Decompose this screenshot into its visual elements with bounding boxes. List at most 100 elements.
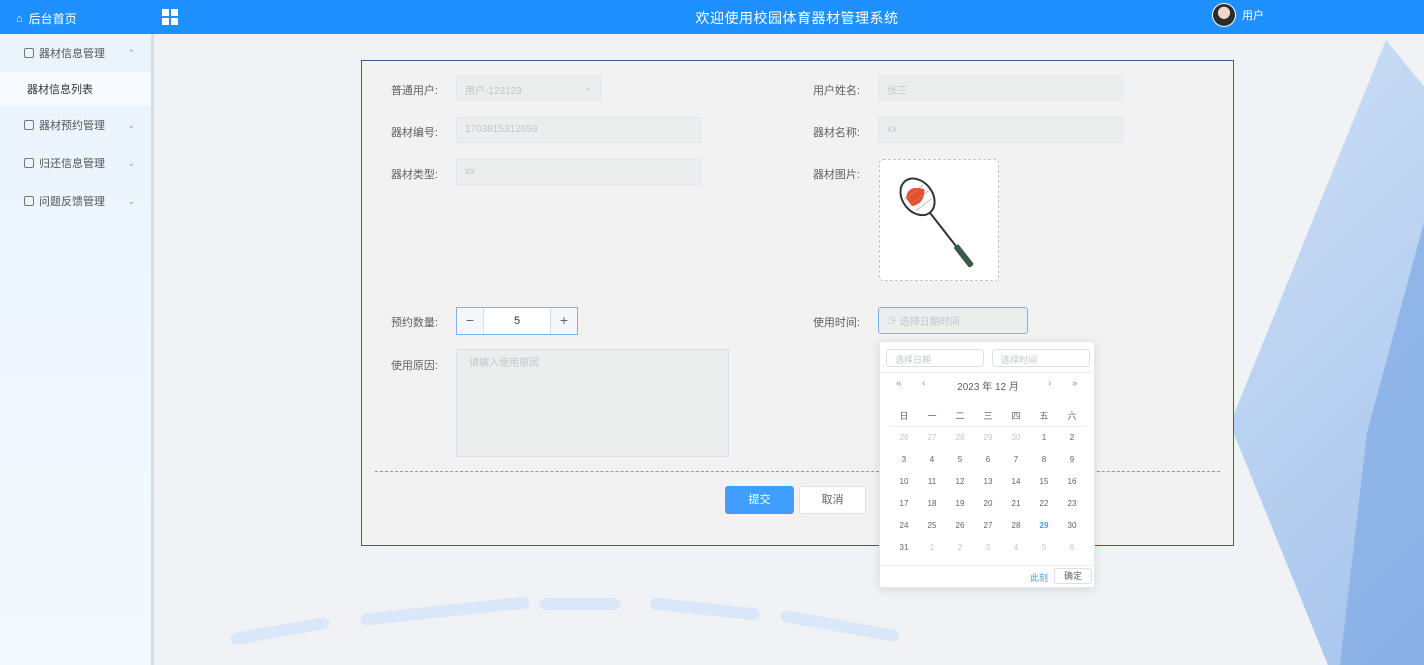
calendar-day[interactable]: 15 [1030,470,1058,492]
calendar-day[interactable]: 14 [1002,470,1030,492]
code-field[interactable]: 1703815312659 [456,117,701,143]
weekday-header: 三 [974,406,1002,427]
calendar-day[interactable]: 23 [1058,492,1086,514]
user-label: 用户 [1242,10,1264,22]
calendar-day[interactable]: 16 [1058,470,1086,492]
picker-year-month[interactable]: 2023 年 12 月 [880,378,1096,393]
calendar-day[interactable]: 19 [946,492,974,514]
submit-button[interactable]: 提交 [725,486,794,514]
clock-icon: ◷ [887,315,896,326]
calendar-day[interactable]: 24 [890,514,918,536]
calendar-day[interactable]: 1 [1030,426,1058,448]
calendar-day[interactable]: 3 [974,536,1002,558]
sidebar: 器材信息管理 ⌃ 器材信息列表 器材预约管理 ⌄ 归还信息管理 ⌄ 问题反馈管理… [0,34,154,665]
calendar-day[interactable]: 27 [974,514,1002,536]
badminton-racket-image [899,177,974,268]
calendar-grid: 日一二三四五六 26 27 28 29 30 1 2 3 4 5 6 7 8 9 10 11 12 13 14 15 1… [890,406,1086,558]
top-navbar: ⌂ 后台首页 欢迎使用校园体育器材管理系统 用户 [0,0,1424,34]
calendar-day[interactable]: 9 [1058,448,1086,470]
calendar-day[interactable]: 21 [1002,492,1030,514]
calendar-day[interactable]: 28 [1002,514,1030,536]
time-label: 使用时间: [812,317,860,329]
sidebar-item-equipment-info[interactable]: 器材信息管理 ⌃ [0,34,151,72]
sidebar-item-return[interactable]: 归还信息管理 ⌄ [0,144,151,182]
next-month-icon[interactable]: › [1048,378,1051,389]
calendar-day[interactable]: 13 [974,470,1002,492]
user-menu[interactable]: 用户 [1212,3,1264,27]
weekday-header: 日 [890,406,918,427]
calendar-day[interactable]: 29 [974,426,1002,448]
calendar-day[interactable]: 5 [1030,536,1058,558]
calendar-day[interactable]: 2 [946,536,974,558]
avatar [1212,3,1236,27]
calendar-day[interactable]: 18 [918,492,946,514]
form-panel: 普通用户: 用户-123123 ⌄ 用户姓名: 张三 器材编号: 1703815… [361,60,1234,546]
picker-footer: 此刻 确定 [880,565,1096,587]
calendar-day[interactable]: 10 [890,470,918,492]
name-field[interactable]: 张三 [878,75,1123,101]
calendar-day[interactable]: 6 [1058,536,1086,558]
next-year-icon[interactable]: » [1072,378,1078,389]
calendar-day[interactable]: 3 [890,448,918,470]
decrement-button[interactable]: − [457,308,483,334]
sidebar-item-equipment-list[interactable]: 器材信息列表 [0,72,151,106]
weekday-header: 一 [918,406,946,427]
calendar-day[interactable]: 11 [918,470,946,492]
background-brush [229,616,331,646]
page-title: 欢迎使用校园体育器材管理系统 [695,10,899,26]
calendar-day[interactable]: 8 [1030,448,1058,470]
picker-date-input[interactable]: 选择日期 [886,349,984,367]
calendar-day[interactable]: 30 [1002,426,1030,448]
calendar-day[interactable]: 1 [918,536,946,558]
calendar-day[interactable]: 20 [974,492,1002,514]
calendar-day[interactable]: 25 [918,514,946,536]
code-label: 器材编号: [390,127,438,139]
calendar-day[interactable]: 6 [974,448,1002,470]
calendar-day[interactable]: 26 [946,514,974,536]
reason-textarea[interactable]: 请输入使用原因 [456,349,729,457]
calendar-day[interactable]: 17 [890,492,918,514]
calendar-day[interactable]: 29 [1030,514,1058,536]
calendar-day[interactable]: 26 [890,426,918,448]
cancel-button[interactable]: 取消 [799,486,866,514]
sidebar-item-label: 器材信息管理 [39,48,105,60]
chevron-down-icon: ⌄ [127,158,135,168]
calendar-day[interactable]: 12 [946,470,974,492]
background-brush [649,597,761,621]
picker-header: « ‹ 2023 年 12 月 › » [880,378,1096,394]
background-brush [540,598,620,610]
picker-time-input[interactable]: 选择时间 [992,349,1090,367]
calendar-day[interactable]: 30 [1058,514,1086,536]
quantity-stepper: − 5 + [456,307,578,335]
equip-name-label: 器材名称: [812,127,860,139]
calendar-day[interactable]: 7 [1002,448,1030,470]
calendar-day[interactable]: 4 [918,448,946,470]
quantity-input[interactable]: 5 [483,308,551,334]
chevron-down-icon: ⌄ [584,82,592,92]
equip-name-field[interactable]: xx [878,117,1123,143]
calendar-day[interactable]: 22 [1030,492,1058,514]
calendar-day[interactable]: 27 [918,426,946,448]
user-select[interactable]: 用户-123123 ⌄ [456,75,601,101]
calendar-day[interactable]: 4 [1002,536,1030,558]
sidebar-item-feedback[interactable]: 问题反馈管理 ⌄ [0,182,151,220]
user-label: 普通用户: [390,85,438,97]
confirm-button[interactable]: 确定 [1054,568,1092,584]
calendar-day[interactable]: 5 [946,448,974,470]
background-brush [779,609,901,643]
calendar-day[interactable]: 2 [1058,426,1086,448]
document-icon [24,120,34,130]
sidebar-item-reservation[interactable]: 器材预约管理 ⌄ [0,106,151,144]
weekday-header: 六 [1058,406,1086,427]
now-button[interactable]: 此刻 [1030,571,1048,584]
background-brush [359,596,531,626]
datetime-input[interactable]: ◷ 选择日期时间 [878,307,1028,334]
calendar-day[interactable]: 28 [946,426,974,448]
weekday-header: 二 [946,406,974,427]
quantity-label: 预约数量: [390,317,438,329]
chevron-up-icon: ⌃ [127,48,135,58]
calendar-day[interactable]: 31 [890,536,918,558]
equipment-image-upload[interactable] [879,159,999,281]
increment-button[interactable]: + [551,308,577,334]
type-field[interactable]: xx [456,159,701,185]
